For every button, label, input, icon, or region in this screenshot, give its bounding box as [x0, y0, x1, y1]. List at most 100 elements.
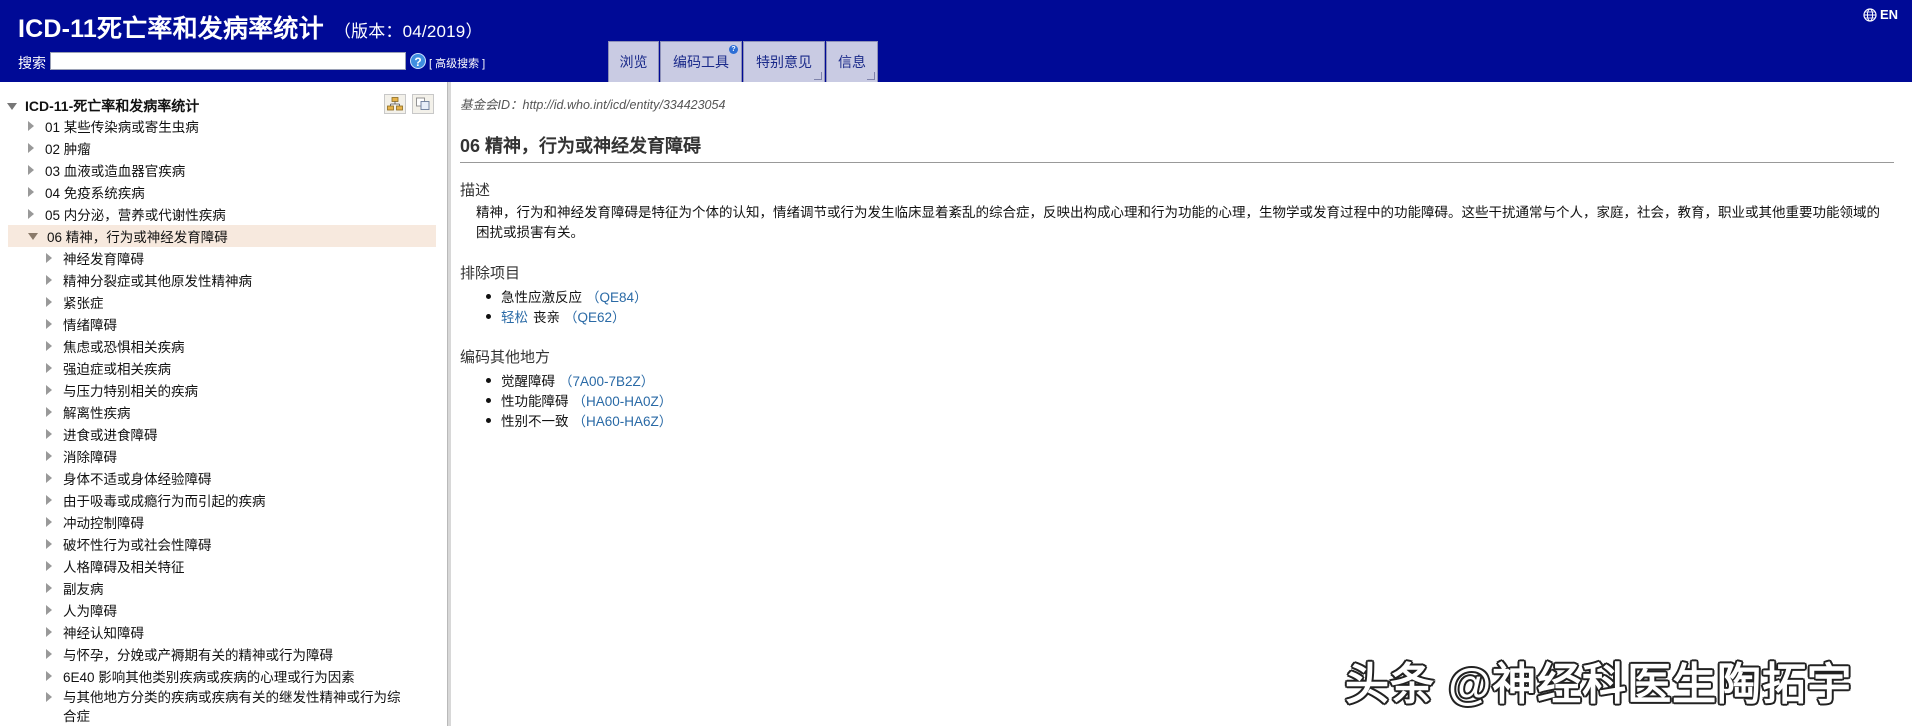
expand-triangle-icon[interactable]: [46, 561, 52, 571]
tree-item-label: 解离性疾病: [63, 406, 131, 421]
tree-child-item[interactable]: 人为障碍: [46, 599, 436, 621]
expand-triangle-icon[interactable]: [28, 165, 34, 175]
expand-triangle-icon[interactable]: [46, 341, 52, 351]
advanced-search-link[interactable]: [ 高级搜索 ]: [429, 55, 485, 71]
tree-item-label: 破坏性行为或社会性障碍: [63, 538, 212, 553]
coded-elsewhere-text: 性功能障碍: [501, 394, 569, 409]
tree-chapter-item[interactable]: 02 肿瘤: [28, 137, 436, 159]
expand-triangle-icon[interactable]: [46, 583, 52, 593]
watermark: 头条 @神经科医生陶拓宇: [1345, 660, 1853, 709]
tab-special-views-label: 特别意见: [756, 55, 812, 71]
expand-triangle-icon[interactable]: [46, 253, 52, 263]
tree-child-item[interactable]: 身体不适或身体经验障碍: [46, 467, 436, 489]
tree-child-item[interactable]: 消除障碍: [46, 445, 436, 467]
expand-triangle-icon[interactable]: [46, 495, 52, 505]
expand-triangle-icon[interactable]: [28, 121, 34, 131]
exclusion-prefix-link[interactable]: 轻松: [501, 306, 528, 326]
expand-triangle-icon[interactable]: [46, 451, 52, 461]
tree-item-label: 人格障碍及相关特征: [63, 560, 185, 575]
entity-title: 06 精神，行为或神经发育障碍: [460, 132, 1894, 163]
tree-item-label: 神经认知障碍: [63, 626, 144, 641]
collapse-triangle-icon[interactable]: [7, 102, 17, 110]
tree-child-item[interactable]: 由于吸毒或成瘾行为而引起的疾病: [46, 489, 436, 511]
tree-child-item[interactable]: 破坏性行为或社会性障碍: [46, 533, 436, 555]
tree-item-label: 04 免疫系统疾病: [45, 186, 145, 201]
tree-chapter-item-selected[interactable]: 06 精神，行为或神经发育障碍: [8, 225, 436, 247]
coded-elsewhere-code-link[interactable]: （HA60-HA6Z）: [573, 410, 673, 430]
expand-triangle-icon[interactable]: [46, 275, 52, 285]
tree-item-label: 焦虑或恐惧相关疾病: [63, 340, 185, 355]
tree-child-item[interactable]: 与怀孕，分娩或产褥期有关的精神或行为障碍: [46, 643, 436, 665]
tree-chapter-item[interactable]: 04 免疫系统疾病: [28, 181, 436, 203]
expand-triangle-icon[interactable]: [46, 363, 52, 373]
tree-chapter-item[interactable]: 05 内分泌，营养或代谢性疾病: [28, 203, 436, 225]
tree-root[interactable]: ICD-11-死亡率和发病率统计: [7, 96, 199, 116]
expand-triangle-icon[interactable]: [46, 297, 52, 307]
expand-triangle-icon[interactable]: [46, 319, 52, 329]
tree-child-item[interactable]: 人格障碍及相关特征: [46, 555, 436, 577]
tree-child-item[interactable]: 与压力特别相关的疾病: [46, 379, 436, 401]
description-text: 精神，行为和神经发育障碍是特征为个体的认知，情绪调节或行为发生临床显着紊乱的综合…: [476, 205, 1880, 240]
tab-coding-tool-label: 编码工具: [673, 55, 729, 71]
tree-item-label: 进食或进食障碍: [63, 428, 158, 443]
tree-child-item[interactable]: 解离性疾病: [46, 401, 436, 423]
tree-child-item[interactable]: 副友病: [46, 577, 436, 599]
list-item: 觉醒障碍 （7A00-7B2Z）: [486, 370, 672, 390]
tree-child-item[interactable]: 神经发育障碍: [46, 247, 436, 269]
exclusion-code-link[interactable]: （QE62）: [564, 306, 626, 326]
tree-item-label: 由于吸毒或成瘾行为而引起的疾病: [63, 494, 266, 509]
tree-child-item[interactable]: 6E40 影响其他类别疾病或疾病的心理或行为因素: [46, 665, 436, 687]
expand-triangle-icon[interactable]: [46, 429, 52, 439]
coded-elsewhere-code-link[interactable]: （7A00-7B2Z）: [559, 370, 654, 390]
tree-child-item[interactable]: 焦虑或恐惧相关疾病: [46, 335, 436, 357]
tree-child-item[interactable]: 冲动控制障碍: [46, 511, 436, 533]
tree-child-item[interactable]: 精神分裂症或其他原发性精神病: [46, 269, 436, 291]
tree-chapter-item[interactable]: 01 某些传染病或寄生虫病: [28, 115, 436, 137]
expand-triangle-icon[interactable]: [46, 407, 52, 417]
tab-info[interactable]: 信息: [826, 41, 878, 82]
tree-item-label: 01 某些传染病或寄生虫病: [45, 120, 199, 135]
help-icon[interactable]: ?: [410, 53, 426, 69]
expand-triangle-icon[interactable]: [46, 385, 52, 395]
tree-view-button[interactable]: [384, 94, 406, 114]
tree-item-label: 06 精神，行为或神经发育障碍: [47, 230, 228, 245]
bullet-icon: [486, 313, 491, 319]
coded-elsewhere-list: 觉醒障碍 （7A00-7B2Z） 性功能障碍 （HA00-HA0Z） 性别不一致…: [486, 370, 672, 430]
exclusions-list: 急性应激反应 （QE84） 轻松 丧亲 （QE62）: [486, 286, 648, 326]
coded-elsewhere-heading: 编码其他地方: [460, 349, 551, 366]
expand-triangle-icon[interactable]: [46, 473, 52, 483]
info-badge-icon: ?: [729, 45, 738, 54]
bullet-icon: [486, 397, 491, 403]
expand-triangle-icon[interactable]: [28, 209, 34, 219]
globe-icon: [1863, 7, 1877, 22]
exclusion-code-link[interactable]: （QE84）: [586, 286, 648, 306]
tab-special-views[interactable]: 特别意见: [743, 41, 825, 82]
tree-child-item[interactable]: 神经认知障碍: [46, 621, 436, 643]
collapse-triangle-icon[interactable]: [28, 232, 38, 240]
tab-coding-tool[interactable]: 编码工具 ?: [660, 41, 742, 82]
coded-elsewhere-text: 觉醒障碍: [501, 374, 555, 389]
tree-chapter-item[interactable]: 03 血液或造血器官疾病: [28, 159, 436, 181]
coded-elsewhere-code-link[interactable]: （HA00-HA0Z）: [573, 390, 673, 410]
expand-triangle-icon[interactable]: [46, 671, 52, 681]
tree-child-item[interactable]: 紧张症: [46, 291, 436, 313]
entity-details: 基金会ID：http://id.who.int/icd/entity/33442…: [451, 82, 1912, 726]
expand-triangle-icon[interactable]: [46, 692, 52, 702]
tab-browse[interactable]: 浏览: [608, 41, 659, 82]
expand-triangle-icon[interactable]: [28, 187, 34, 197]
tree-child-item[interactable]: 与其他地方分类的疾病或疾病有关的继发性精神或行为综合症: [46, 685, 436, 725]
tree-child-item[interactable]: 情绪障碍: [46, 313, 436, 335]
expand-triangle-icon[interactable]: [28, 143, 34, 153]
tree-child-item[interactable]: 进食或进食障碍: [46, 423, 436, 445]
tree-root-label: ICD-11-死亡率和发病率统计: [25, 98, 200, 114]
copy-button[interactable]: [412, 94, 434, 114]
expand-triangle-icon[interactable]: [46, 539, 52, 549]
expand-triangle-icon[interactable]: [46, 517, 52, 527]
expand-triangle-icon[interactable]: [46, 649, 52, 659]
tree-item-label: 消除障碍: [63, 450, 117, 465]
expand-triangle-icon[interactable]: [46, 605, 52, 615]
expand-triangle-icon[interactable]: [46, 627, 52, 637]
language-switch[interactable]: EN: [1863, 7, 1898, 22]
tree-child-item[interactable]: 强迫症或相关疾病: [46, 357, 436, 379]
search-input[interactable]: [50, 52, 406, 70]
